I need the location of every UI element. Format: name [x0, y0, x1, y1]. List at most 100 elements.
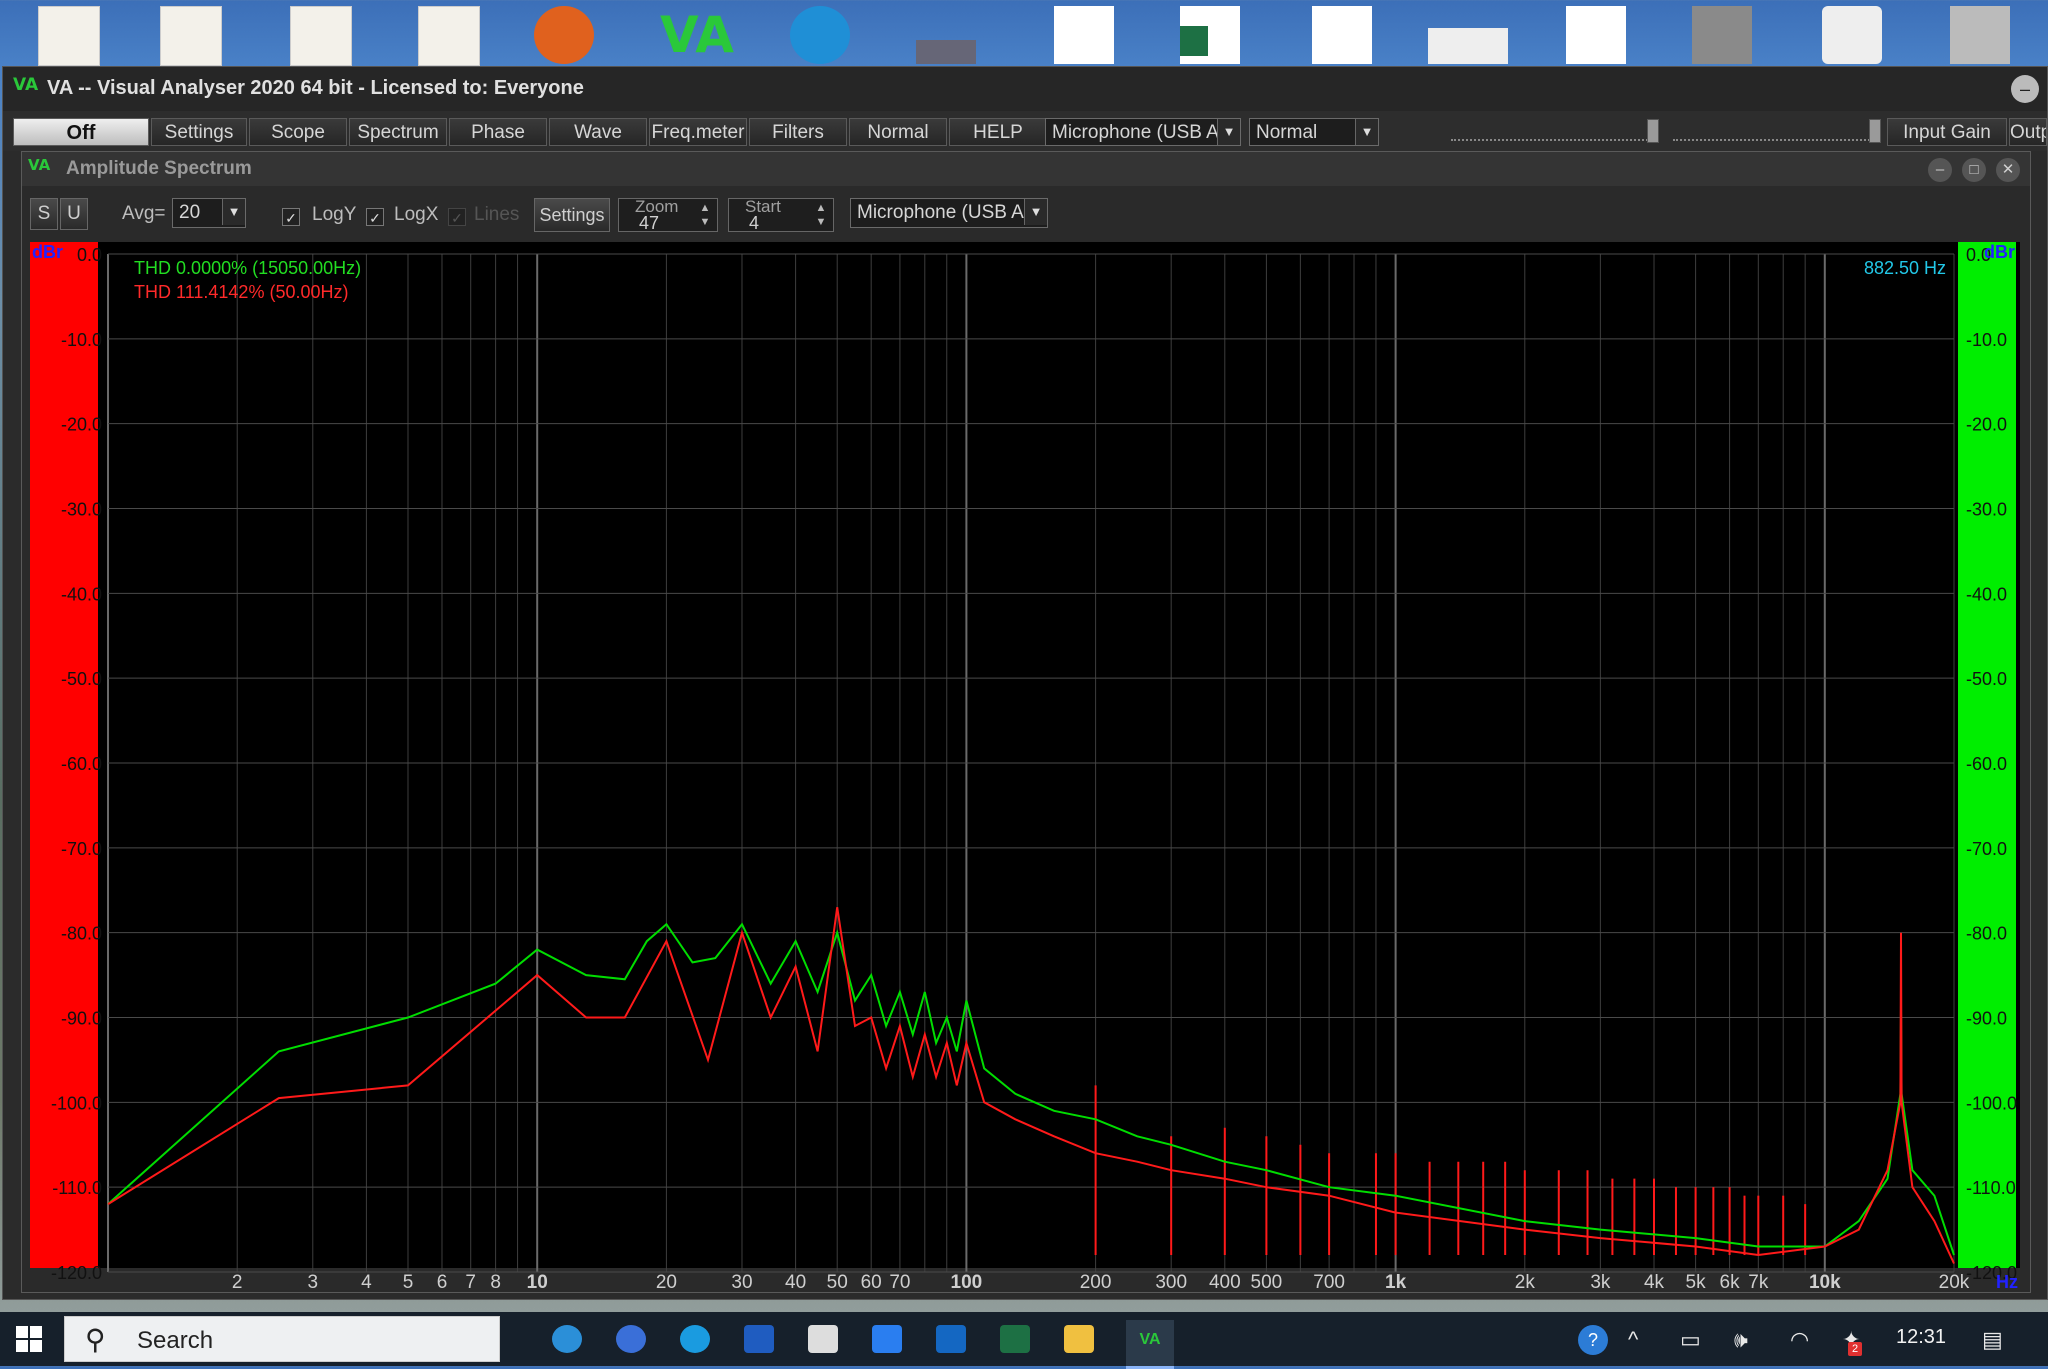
edge-icon[interactable]: [552, 1325, 582, 1353]
spectrum-button[interactable]: Spectrum: [349, 118, 447, 146]
minimize-icon[interactable]: –: [1928, 158, 1952, 182]
image-file-icon[interactable]: [1692, 6, 1752, 64]
y-tick-label-left: -10.0: [61, 330, 102, 350]
excel-icon[interactable]: [1000, 1325, 1030, 1353]
image-file-icon[interactable]: [1950, 6, 2010, 64]
dropbox-icon[interactable]: [872, 1325, 902, 1353]
normal-button[interactable]: Normal: [849, 118, 947, 146]
outlook-icon[interactable]: [936, 1325, 966, 1353]
avg-select[interactable]: 20 ▼: [172, 198, 246, 228]
spinner-arrows-icon[interactable]: ▲ ▼: [695, 201, 715, 229]
x-tick-label: 40: [785, 1272, 806, 1293]
show-hidden-icons-icon[interactable]: ^: [1628, 1327, 1638, 1353]
x-tick-label: 4k: [1644, 1272, 1665, 1293]
s-button[interactable]: S: [30, 198, 58, 230]
gain-slider-right[interactable]: [1673, 119, 1881, 143]
phase-button[interactable]: Phase: [449, 118, 547, 146]
spectrum-plot-area[interactable]: 0.0 0.0 -10.0 -10.0 -20.0 -20.0 -30.0 -30.0 -40.…: [30, 242, 2020, 1293]
lines-checkbox[interactable]: ✓: [448, 208, 466, 226]
x-tick-label: 3k: [1590, 1272, 1611, 1293]
x-tick-label: 50: [827, 1272, 848, 1293]
pdf-file-icon[interactable]: [160, 6, 222, 66]
excel-file-icon[interactable]: [1180, 6, 1240, 64]
x-tick-label: 8: [490, 1272, 501, 1293]
edge-icon[interactable]: [790, 6, 850, 64]
gain-slider-left[interactable]: [1451, 119, 1659, 143]
wave-button[interactable]: Wave: [549, 118, 647, 146]
input-device-select[interactable]: Microphone (USB A ▼: [1045, 118, 1241, 146]
spectrum-settings-button[interactable]: Settings: [534, 198, 610, 232]
battery-icon[interactable]: ▭: [1680, 1327, 1701, 1353]
pdf-file-icon[interactable]: [38, 6, 100, 66]
u-button[interactable]: U: [60, 198, 88, 230]
title-bar[interactable]: VA VA -- Visual Analyser 2020 64 bit - L…: [3, 67, 2047, 111]
settings-button[interactable]: Settings: [151, 118, 247, 146]
windows-start-icon[interactable]: [16, 1326, 42, 1352]
slider-handle[interactable]: [1647, 119, 1659, 143]
edge-beta-icon[interactable]: [616, 1325, 646, 1353]
disc-file-icon[interactable]: [1822, 6, 1882, 64]
y-tick-label-left: -100.0: [51, 1093, 102, 1113]
mode-select[interactable]: Normal ▼: [1249, 118, 1379, 146]
va-app-icon[interactable]: VA: [1126, 1320, 1174, 1369]
filters-button[interactable]: Filters: [749, 118, 847, 146]
spinner-arrows-icon[interactable]: ▲ ▼: [811, 201, 831, 229]
maximize-icon[interactable]: □: [1962, 158, 1986, 182]
y-tick-label-right: -30.0: [1966, 500, 2007, 520]
x-tick-label: 200: [1080, 1272, 1112, 1293]
minimize-icon[interactable]: –: [2011, 75, 2039, 103]
scope-button[interactable]: Scope: [249, 118, 347, 146]
input-gain-button[interactable]: Input Gain: [1887, 118, 2007, 146]
document-file-icon[interactable]: [1566, 6, 1626, 64]
avg-label: Avg=: [122, 203, 166, 224]
wifi-icon[interactable]: ◠: [1790, 1327, 1809, 1353]
action-center-icon[interactable]: ▤: [1982, 1327, 2003, 1353]
orange-app-icon[interactable]: [534, 6, 594, 64]
y-tick-label-right: -100.0: [1966, 1093, 2017, 1113]
gitkraken-icon[interactable]: [808, 1325, 838, 1353]
y-tick-label-left: -60.0: [61, 754, 102, 774]
document-file-icon[interactable]: [1054, 6, 1114, 64]
y-tick-label-left: -110.0: [52, 1178, 102, 1198]
x-tick-label: 300: [1155, 1272, 1187, 1293]
pdf-file-icon[interactable]: [290, 6, 352, 66]
freq-meter-button[interactable]: Freq.meter: [649, 118, 747, 146]
slider-handle[interactable]: [1869, 119, 1881, 143]
excel-badge: [1180, 26, 1208, 56]
image-file-icon[interactable]: [916, 40, 976, 64]
onedrive-icon[interactable]: [680, 1325, 710, 1353]
volume-icon[interactable]: 🕪: [1734, 1327, 1748, 1353]
y-tick-label-right: -50.0: [1966, 669, 2007, 689]
x-unit-label: Hz: [1996, 1272, 2018, 1292]
y-tick-label-left: 0.0: [77, 245, 102, 265]
spectrum-device-value: Microphone (USB A: [857, 202, 1024, 223]
x-tick-label: 100: [951, 1272, 983, 1293]
pdf-file-icon[interactable]: [418, 6, 480, 66]
va-main-window: VA VA -- Visual Analyser 2020 64 bit - L…: [2, 66, 2048, 1300]
notification-badge: 2: [1848, 1342, 1862, 1356]
clock-time[interactable]: 12:31: [1896, 1326, 1946, 1349]
cursor-frequency-readout: 882.50 Hz: [1864, 258, 1946, 278]
y-tick-label-left: -80.0: [61, 924, 102, 944]
word-icon[interactable]: [744, 1325, 774, 1353]
taskbar-search[interactable]: ⚲ Search: [64, 1316, 500, 1362]
va-shortcut-icon[interactable]: VA: [660, 6, 734, 64]
off-button[interactable]: Off: [13, 118, 149, 146]
va-logo-icon: VA: [28, 156, 51, 174]
spectrum-device-select[interactable]: Microphone (USB A ▼: [850, 198, 1048, 228]
start-spinner[interactable]: Start 4 ▲ ▼: [728, 197, 834, 233]
logx-checkbox[interactable]: ✓: [366, 208, 384, 226]
spectrum-title-bar[interactable]: VA Amplitude Spectrum – □ ✕: [22, 152, 2030, 186]
image-file-icon[interactable]: [1428, 28, 1508, 64]
y-tick-label-left: -50.0: [61, 669, 102, 689]
help-tray-icon[interactable]: ?: [1578, 1325, 1608, 1355]
file-explorer-icon[interactable]: [1064, 1325, 1094, 1353]
output-button[interactable]: Outp: [2009, 118, 2047, 146]
document-file-icon[interactable]: [1312, 6, 1372, 64]
avg-value: 20: [179, 202, 201, 223]
close-icon[interactable]: ✕: [1996, 158, 2020, 182]
chevron-down-icon: ▼: [1355, 119, 1378, 145]
logy-checkbox[interactable]: ✓: [282, 208, 300, 226]
zoom-spinner[interactable]: Zoom 47 ▲ ▼: [618, 197, 718, 233]
help-button[interactable]: HELP: [949, 118, 1047, 146]
